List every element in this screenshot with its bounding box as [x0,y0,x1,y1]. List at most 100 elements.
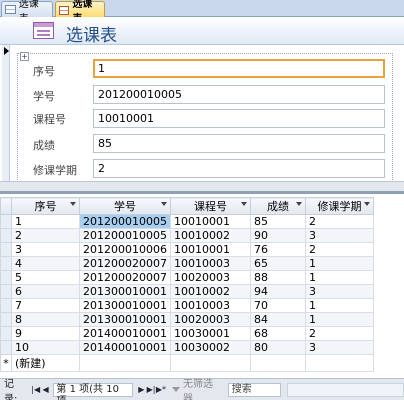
cell[interactable]: 201300010001 [79,312,171,327]
cell[interactable]: 201200020007 [79,270,171,285]
cell[interactable]: 201400010001 [79,326,171,341]
field-xiukexueqi[interactable]: 2 [93,159,385,178]
cell[interactable]: 10010001 [169,242,251,257]
cell[interactable]: 3 [304,228,374,243]
row-selector[interactable] [0,298,12,313]
row-selector[interactable] [0,228,12,243]
cell[interactable]: 8 [11,312,80,327]
table-row[interactable]: 9 201400010001 10030001 68 2 [0,326,374,341]
cell[interactable]: 2 [304,242,374,257]
cell[interactable]: 10010003 [169,298,251,313]
record-position-field[interactable]: 第 1 项(共 10 项 [53,382,134,400]
cell[interactable]: 1 [304,312,374,327]
table-row[interactable]: 5 201200020007 10020003 88 1 [0,270,374,285]
cell[interactable]: 84 [249,312,306,327]
row-selector[interactable] [0,312,12,327]
table-row[interactable]: 2 201200010005 10010002 90 3 [0,228,374,243]
cell[interactable]: 68 [249,326,306,341]
cell[interactable]: 10010003 [169,256,251,271]
table-row[interactable]: 1 201200010005 10010001 85 2 [0,214,374,229]
cell[interactable] [169,354,251,372]
field-kechenghao[interactable]: 10010001 [93,109,385,128]
new-record-label[interactable]: (新建) [11,354,80,372]
cell[interactable] [79,354,171,372]
cell[interactable]: 70 [249,298,306,313]
cell[interactable]: 10020003 [169,312,251,327]
cell[interactable]: 3 [304,340,374,355]
tab-table-xuankebiao[interactable]: 选课表 [1,0,53,25]
cell[interactable]: 2 [304,214,374,229]
cell[interactable] [249,354,306,372]
cell[interactable]: 201300010001 [79,298,171,313]
table-row[interactable]: 7 201300010001 10010003 70 1 [0,298,374,313]
cell[interactable]: 88 [249,270,306,285]
column-header[interactable]: 序号 [11,197,80,215]
cell[interactable]: 2 [11,228,80,243]
column-header[interactable]: 学号 [79,197,171,215]
cell[interactable]: 2 [304,326,374,341]
cell[interactable]: 10010002 [169,284,251,299]
cell[interactable]: 65 [249,256,306,271]
horizontal-scrollbar[interactable] [286,382,404,397]
row-selector[interactable] [0,326,12,341]
first-record-icon[interactable]: |◀ [31,384,41,396]
cell[interactable]: 6 [11,284,80,299]
cell[interactable]: 9 [11,326,80,341]
sort-filter-dropdown-icon[interactable] [363,202,370,206]
table-row[interactable]: 8 201300010001 10020003 84 1 [0,312,374,327]
new-record-row[interactable]: * (新建) [0,354,374,372]
table-row[interactable]: 6 201300010001 10010002 94 3 [0,284,374,299]
cell[interactable]: 10020003 [169,270,251,285]
next-record-icon[interactable]: ▶ [136,384,146,396]
cell[interactable] [304,354,374,372]
sort-filter-dropdown-icon[interactable] [295,202,302,206]
search-input[interactable]: 搜索 [227,382,281,397]
cell[interactable]: 7 [11,298,80,313]
row-selector[interactable] [0,340,12,355]
cell[interactable]: 4 [11,256,80,271]
column-header[interactable]: 修课学期 [304,197,374,215]
field-chengji[interactable]: 85 [93,134,385,153]
cell[interactable]: 201200020007 [79,256,171,271]
row-selector[interactable] [0,214,12,229]
sort-filter-dropdown-icon[interactable] [160,202,167,206]
column-header[interactable]: 成绩 [249,197,306,215]
cell[interactable]: 10 [11,340,80,355]
cell[interactable]: 1 [304,270,374,285]
cell[interactable]: 1 [304,298,374,313]
record-selector[interactable] [2,45,10,181]
cell[interactable]: 10030001 [169,326,251,341]
cell[interactable]: 201200010005 [79,228,171,243]
cell[interactable]: 1 [304,256,374,271]
cell[interactable]: 201200010005 [79,214,171,229]
cell[interactable]: 94 [249,284,306,299]
cell[interactable]: 3 [304,284,374,299]
table-row[interactable]: 3 201200010006 10010001 76 2 [0,242,374,257]
tab-form-xuankebiao[interactable]: 选课表 [55,0,105,25]
cell[interactable]: 201300010001 [79,284,171,299]
cell[interactable]: 3 [11,242,80,257]
new-record-icon[interactable]: ▶* [156,384,166,396]
cell[interactable]: 201400010001 [79,340,171,355]
cell[interactable]: 10030002 [169,340,251,355]
cell[interactable]: 85 [249,214,306,229]
last-record-icon[interactable]: ▶| [146,384,156,396]
row-selector[interactable] [0,284,12,299]
cell[interactable]: 76 [249,242,306,257]
column-header[interactable]: 课程号 [169,197,251,215]
sort-filter-dropdown-icon[interactable] [70,202,76,206]
cell[interactable]: 1 [11,214,80,229]
row-selector[interactable] [0,270,12,285]
field-xuhao[interactable]: 1 [93,59,385,78]
table-row[interactable]: 4 201200020007 10010003 65 1 [0,256,374,271]
row-selector[interactable] [0,242,12,257]
sort-filter-dropdown-icon[interactable] [240,202,247,206]
cell[interactable]: 80 [249,340,306,355]
layout-move-handle-icon[interactable]: + [20,52,29,61]
split-form-splitter[interactable] [0,181,404,194]
field-xuehao[interactable]: 201200010005 [93,85,385,104]
select-all-corner[interactable] [0,197,12,215]
table-row[interactable]: 10 201400010001 10030002 80 3 [0,340,374,355]
previous-record-icon[interactable]: ◀ [41,384,51,396]
cell[interactable]: 201200010006 [79,242,171,257]
